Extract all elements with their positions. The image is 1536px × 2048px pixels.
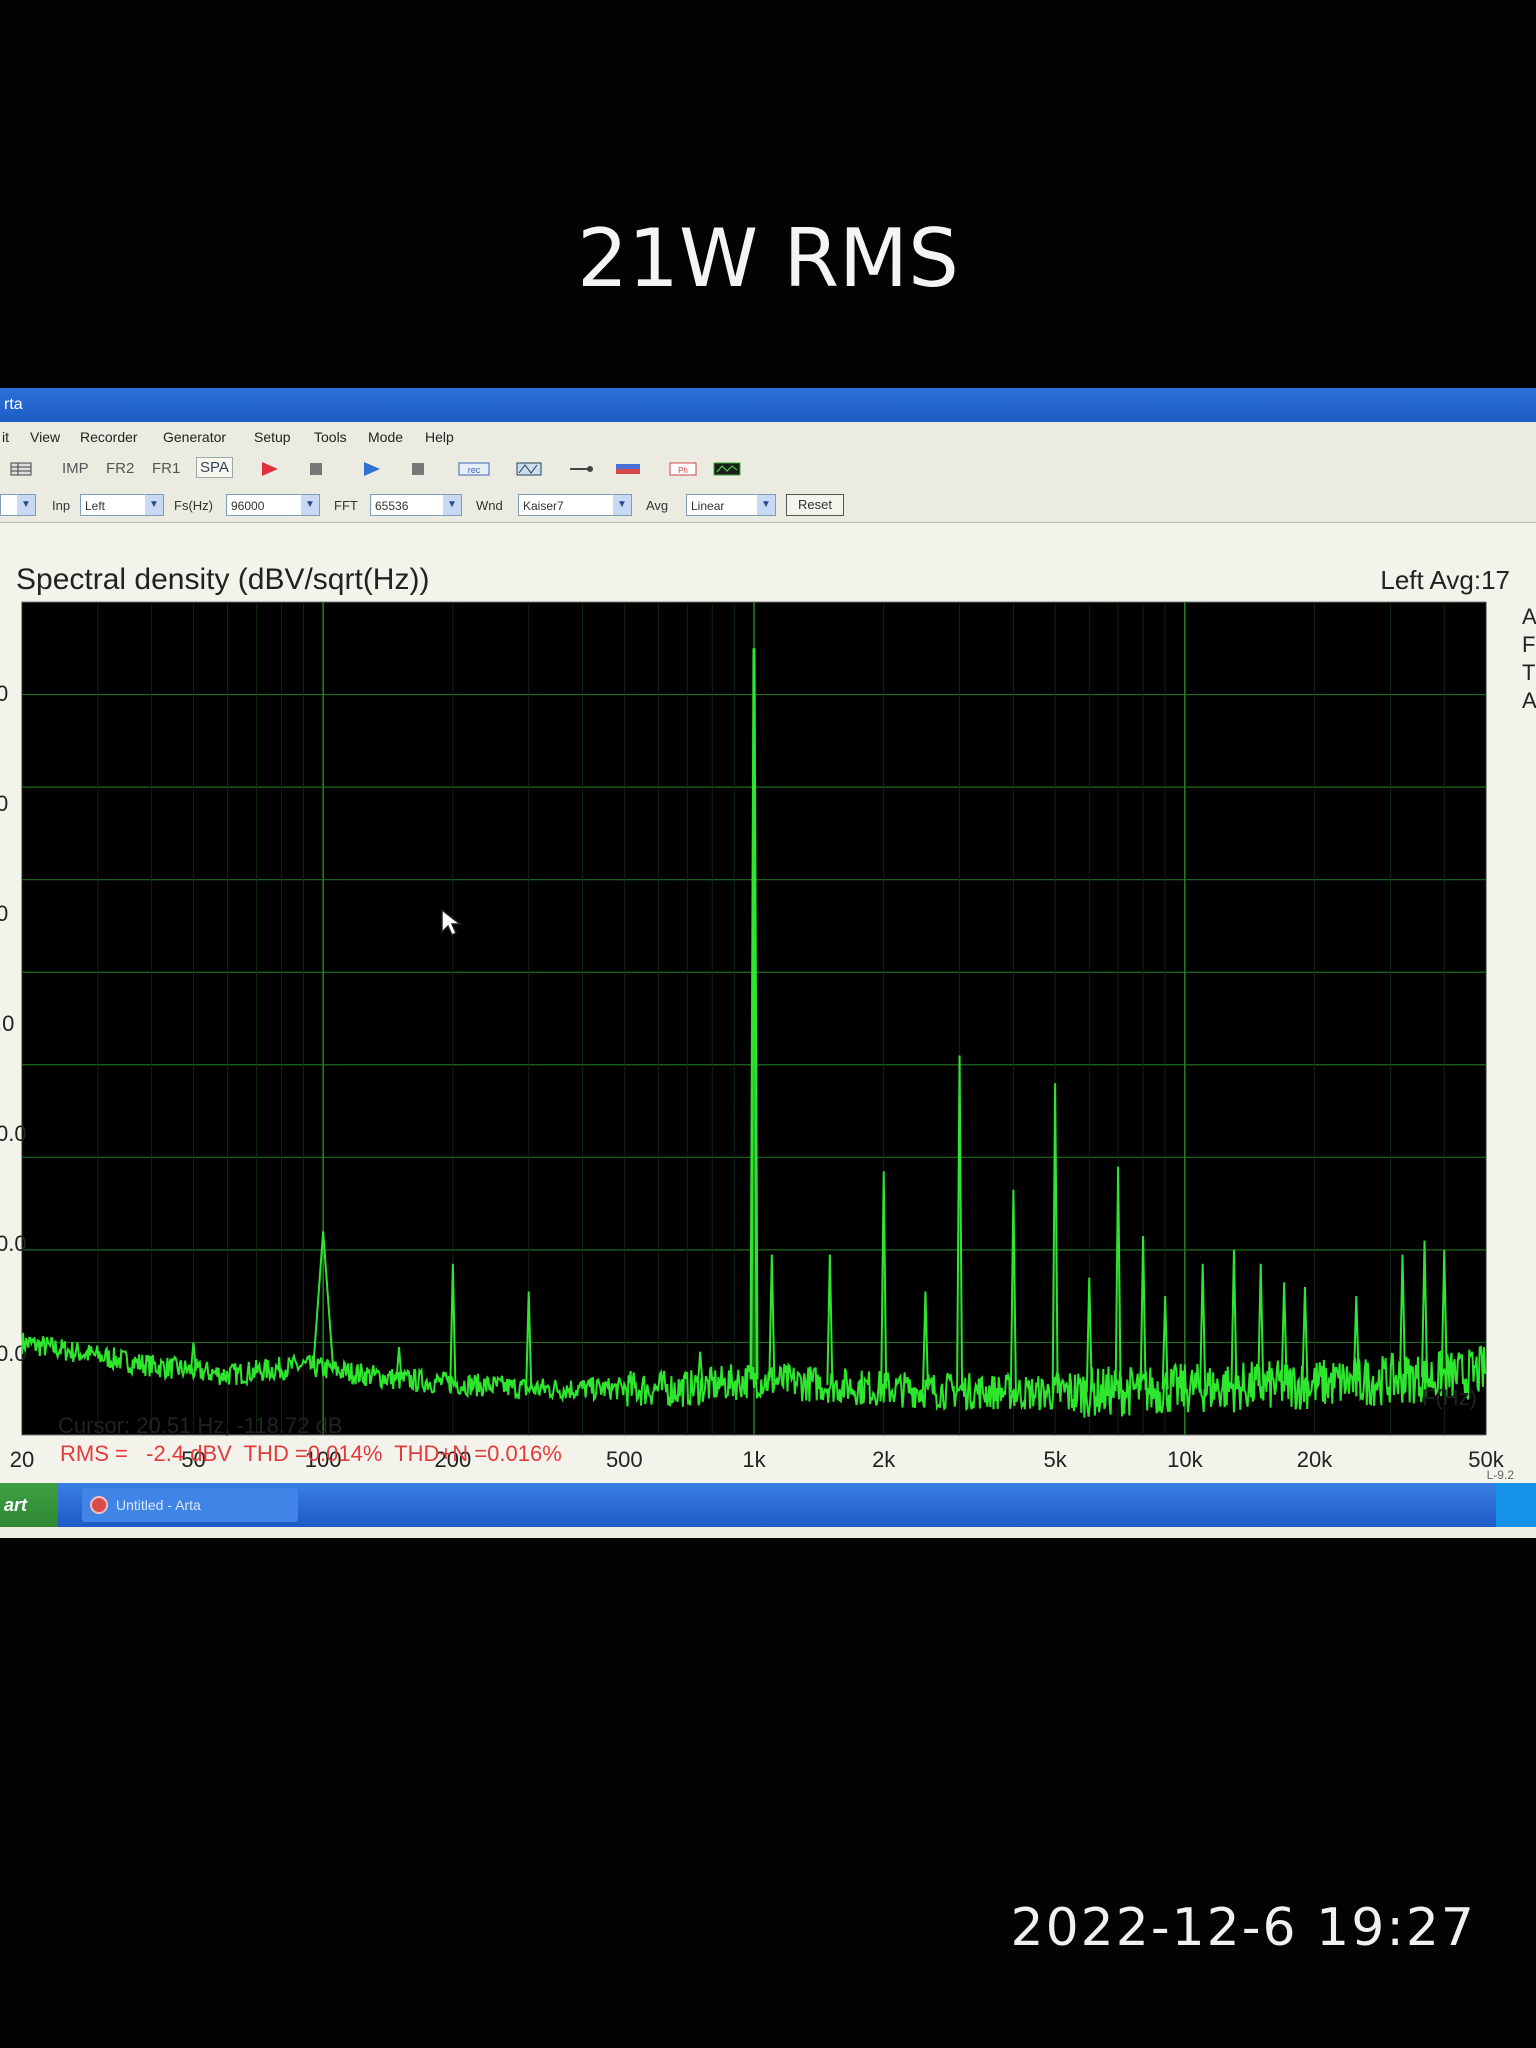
menu-help[interactable]: Help <box>425 422 454 452</box>
y-tick-label: 0.0 <box>0 1121 27 1146</box>
side-panel-letters: A F T A <box>1522 603 1536 715</box>
menu-recorder[interactable]: Recorder <box>80 422 138 452</box>
mouse-pointer-icon <box>441 908 462 937</box>
play-icon[interactable] <box>360 460 382 478</box>
side-letter: A <box>1522 604 1536 629</box>
svg-text:Ph: Ph <box>678 466 688 475</box>
arta-app-icon <box>90 1496 108 1514</box>
inp-select[interactable]: Left ▼ <box>80 494 164 516</box>
x-tick-label: 20 <box>10 1447 34 1472</box>
x-axis-label: F(Hz) <box>1422 1385 1477 1410</box>
spreadsheet-icon[interactable] <box>10 460 32 478</box>
avg-select[interactable]: Linear ▼ <box>686 494 776 516</box>
chevron-down-icon: ▼ <box>443 495 461 515</box>
fs-label: Fs(Hz) <box>174 498 213 513</box>
side-letter: T <box>1522 660 1536 685</box>
taskbar: art Untitled - Arta <box>0 1483 1536 1527</box>
inp-label: Inp <box>52 498 71 513</box>
record-play-icon[interactable] <box>258 460 280 478</box>
x-tick-label: 10k <box>1167 1447 1203 1472</box>
window-titlebar[interactable]: rta <box>0 388 1536 422</box>
fs-select[interactable]: 96000 ▼ <box>226 494 320 516</box>
phase-icon[interactable]: Ph <box>668 460 698 478</box>
side-letter: A <box>1522 688 1536 713</box>
x-tick-label: 2k <box>872 1447 896 1472</box>
stop-icon[interactable] <box>305 460 327 478</box>
menu-edit[interactable]: it <box>2 422 9 452</box>
chevron-down-icon: ▼ <box>613 495 631 515</box>
main-toolbar: IMP FR2 FR1 SPA rec Ph <box>0 452 1536 489</box>
mode-fr2-button[interactable]: FR2 <box>106 460 134 477</box>
start-button[interactable]: art <box>0 1483 58 1527</box>
photo-caption: 21W RMS <box>577 212 959 305</box>
calibrate-icon[interactable] <box>614 460 642 478</box>
probe-icon[interactable] <box>568 460 596 478</box>
wnd-value: Kaiser7 <box>523 499 564 513</box>
chevron-down-icon: ▼ <box>301 495 319 515</box>
chevron-down-icon: ▼ <box>757 495 775 515</box>
scope-icon[interactable] <box>712 460 742 478</box>
y-tick-label: 0 <box>0 901 8 926</box>
mode-spa-button[interactable]: SPA <box>196 457 233 478</box>
inp-value: Left <box>85 499 106 513</box>
menu-bar: it View Recorder Generator Setup Tools M… <box>0 422 1536 453</box>
spectrum-plot-window: 000.00.00.00.020501002005001k2k5k10k20k5… <box>0 523 1536 1483</box>
x-tick-label: 500 <box>606 1447 643 1472</box>
window-title: rta <box>4 396 23 413</box>
y-tick-label: .0 <box>0 1011 14 1036</box>
wnd-label: Wnd <box>476 498 503 513</box>
menu-setup[interactable]: Setup <box>254 422 291 452</box>
menu-view[interactable]: View <box>30 422 60 452</box>
x-tick-label: 5k <box>1044 1447 1068 1472</box>
generator-icon[interactable] <box>516 460 542 478</box>
svg-text:rec: rec <box>468 465 481 475</box>
fft-label: FFT <box>334 498 358 513</box>
reset-button[interactable]: Reset <box>786 494 844 516</box>
avg-value: Linear <box>691 499 725 513</box>
menu-mode[interactable]: Mode <box>368 422 403 452</box>
spectrum-chart[interactable]: 000.00.00.00.020501002005001k2k5k10k20k5… <box>0 523 1536 1483</box>
monitor-screen: rta it View Recorder Generator Setup Too… <box>0 388 1536 1538</box>
menu-tools[interactable]: Tools <box>314 422 347 452</box>
cursor-readout: Cursor: 20.51 Hz, -118.72 dB <box>58 1413 343 1438</box>
version-label: L-9.2 <box>1486 1468 1514 1482</box>
side-letter: F <box>1522 632 1536 657</box>
y-tick-label: 0 <box>0 681 8 706</box>
fft-value: 65536 <box>375 499 409 513</box>
stop-icon-2[interactable] <box>407 460 429 478</box>
measurement-results: RMS = -2.4 dBV THD =0.014% THD+N =0.016% <box>60 1441 562 1466</box>
channel-combo[interactable]: ▼ <box>0 494 36 516</box>
mode-fr1-button[interactable]: FR1 <box>152 460 180 477</box>
fft-select[interactable]: 65536 ▼ <box>370 494 462 516</box>
photo-timestamp: 2022-12-6 19:27 <box>1010 1898 1476 1958</box>
plot-title: Spectral density (dBV/sqrt(Hz)) <box>16 563 430 596</box>
wnd-select[interactable]: Kaiser7 ▼ <box>518 494 632 516</box>
taskbar-app-item[interactable]: Untitled - Arta <box>82 1488 298 1522</box>
menu-generator[interactable]: Generator <box>163 422 226 452</box>
channel-avg-info: Left Avg:17 <box>1380 565 1510 595</box>
x-tick-label: 20k <box>1297 1447 1333 1472</box>
mode-imp-button[interactable]: IMP <box>62 460 89 477</box>
y-tick-label: 0 <box>0 791 8 816</box>
system-tray[interactable] <box>1496 1483 1536 1527</box>
chevron-down-icon: ▼ <box>145 495 163 515</box>
y-tick-label: 0.0 <box>0 1231 27 1256</box>
chevron-down-icon: ▼ <box>17 495 35 515</box>
fs-value: 96000 <box>231 499 265 513</box>
record-icon[interactable]: rec <box>458 460 490 478</box>
avg-label: Avg <box>646 498 669 513</box>
settings-toolbar: ▼ Inp Left ▼ Fs(Hz) 96000 ▼ FFT 65536 ▼ Wnd… <box>0 488 1536 523</box>
x-tick-label: 1k <box>742 1447 766 1472</box>
